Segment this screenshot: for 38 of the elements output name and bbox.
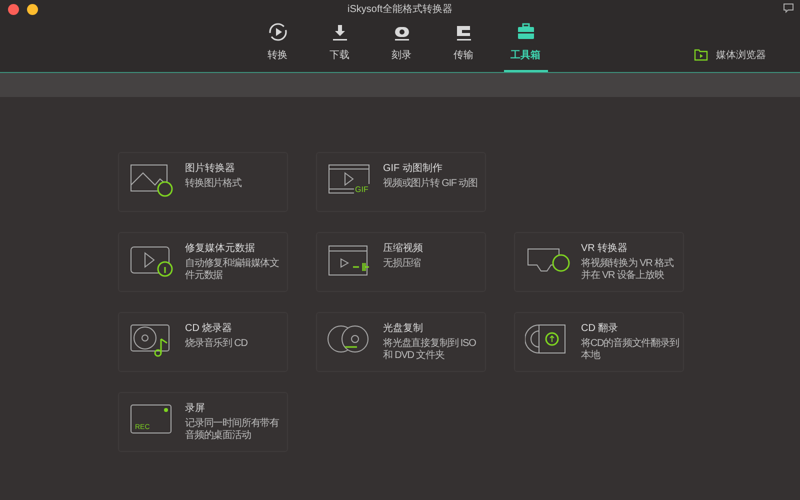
tool-card[interactable]: CD 翻录 将CD的音频文件翻录到本地 [514,312,684,372]
tool-description: 将视频转换为 VR 格式并在 VR 设备上放映 [581,258,674,282]
close-button[interactable] [8,4,19,15]
tool-card[interactable]: 修复媒体元数据 自动修复和编辑媒体文件元数据 [118,232,288,292]
tool-card[interactable]: VR 转换器 将视频转换为 VR 格式并在 VR 设备上放映 [514,232,684,292]
chat-bubble-icon[interactable] [783,3,794,13]
tool-title: 修复媒体元数据 [185,242,256,255]
tool-card[interactable]: 压缩视频 无损压缩 [316,232,486,292]
tool-title: 压缩视频 [383,242,423,255]
tool-description: 自动修复和编辑媒体文件元数据 [185,258,280,282]
toolbox-icon [516,22,536,42]
convert-icon [268,22,288,42]
tool-description: 转换图片格式 [185,178,242,190]
tool-description: 烧录音乐到 CD [185,338,248,350]
tool-card[interactable]: GIF GIF 动图制作 视频或图片转 GIF 动图 [316,152,486,212]
tool-title: CD 翻录 [581,322,620,335]
minimize-button[interactable] [27,4,38,15]
tool-title: 图片转换器 [185,162,236,175]
tool-description: 无损压缩 [383,258,422,270]
window-title: iSkysoft全能格式转换器 [347,2,452,16]
tool-description: 视频或图片转 GIF 动图 [383,178,478,190]
tool-description: 将光盘直接复制到 ISO 和 DVD 文件夹 [383,338,477,362]
folder-play-icon [694,49,708,61]
tab[interactable]: 下载 [318,18,362,72]
tool-title: CD 烧录器 [185,322,234,335]
tool-description: 将CD的音频文件翻录到本地 [581,338,680,362]
tab[interactable]: 刻录 [380,18,424,72]
tool-description: 记录同一时间所有带有音频的桌面活动 [185,418,280,442]
tool-title: 光盘复制 [383,322,424,335]
tab[interactable]: 转换 [256,18,300,72]
tool-title: VR 转换器 [581,242,629,255]
tool-card[interactable]: 图片转换器 转换图片格式 [118,152,288,212]
tab[interactable]: 传输 [442,18,486,72]
tool-title: 录屏 [185,402,206,415]
media-browser-button[interactable]: 媒体浏览器 [694,48,766,62]
tool-card[interactable]: 光盘复制 将光盘直接复制到 ISO 和 DVD 文件夹 [316,312,486,372]
tool-title: GIF 动图制作 [383,162,444,175]
tool-card[interactable]: CD 烧录器 烧录音乐到 CD [118,312,288,372]
